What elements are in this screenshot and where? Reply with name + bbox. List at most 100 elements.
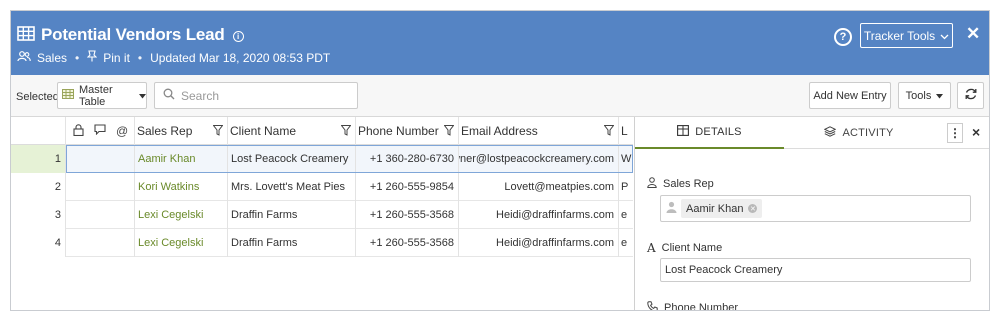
column-header-phone-number[interactable]: Phone Number [356, 117, 459, 145]
filter-icon[interactable] [603, 125, 615, 139]
search-icon [163, 88, 175, 103]
phone-icon [647, 301, 658, 310]
separator-dot: • [75, 50, 80, 65]
chevron-down-icon [940, 29, 949, 43]
column-header-label: Client Name [230, 124, 297, 138]
partial-cell[interactable]: P [619, 173, 633, 201]
search-input[interactable] [181, 88, 341, 103]
close-icon[interactable]: ✕ [966, 24, 980, 44]
refresh-icon [964, 87, 978, 104]
tab-details[interactable]: DETAILS [635, 117, 784, 149]
close-panel-icon[interactable]: × [972, 124, 980, 140]
filter-icon[interactable] [443, 125, 455, 139]
phone-number-cell[interactable]: +1 260-555-3568 [356, 201, 459, 229]
toolbar: Selected: Master Table Add New Entry Too… [11, 75, 989, 117]
data-table: @ Sales Rep Client Name Phone Number Ema… [11, 117, 633, 310]
email-address-cell[interactable]: Heidi@draffinfarms.com [459, 229, 619, 257]
add-new-entry-button[interactable]: Add New Entry [809, 82, 891, 109]
row-icons-cell [66, 201, 135, 229]
field-label-client-name: A Client Name [647, 241, 722, 255]
panel-tabs: DETAILS ACTIVITY ⋮ × [635, 117, 989, 149]
help-icon[interactable]: ? [834, 28, 852, 46]
phone-number-cell[interactable]: +1 260-555-3568 [356, 229, 459, 257]
column-header-sales-rep[interactable]: Sales Rep [135, 117, 228, 145]
sales-rep-cell[interactable]: Lexi Cegelski [135, 201, 228, 229]
partial-cell[interactable]: e [619, 201, 633, 229]
partial-cell[interactable]: e [619, 229, 633, 257]
client-name-value: Lost Peacock Creamery [665, 264, 783, 276]
field-label-sales-rep: Sales Rep [647, 177, 714, 191]
updated-timestamp: Updated Mar 18, 2020 08:53 PDT [150, 50, 331, 65]
remove-icon[interactable]: ✕ [748, 204, 758, 213]
avatar-icon [666, 201, 677, 216]
caret-down-icon [139, 90, 146, 102]
sales-rep-cell[interactable]: Aamir Khan [135, 145, 228, 173]
filter-icon[interactable] [212, 125, 224, 139]
phone-number-cell[interactable]: +1 260-555-9854 [356, 173, 459, 201]
users-icon [17, 50, 31, 65]
column-header-label: Phone Number [358, 124, 439, 138]
pin-icon[interactable] [86, 50, 98, 65]
table-row[interactable]: 1 Aamir Khan Lost Peacock Creamery +1 36… [11, 145, 633, 173]
tracker-tools-button[interactable]: Tracker Tools [860, 23, 953, 48]
table-icon [677, 125, 690, 139]
page-title: Potential Vendors Lead [41, 25, 225, 44]
separator-dot: • [137, 50, 143, 65]
user-chip[interactable]: Aamir Khan ✕ [681, 199, 763, 218]
sales-rep-cell[interactable]: Lexi Cegelski [135, 229, 228, 257]
app-window: Potential Vendors Lead i Sales • Pin it … [10, 10, 990, 311]
column-header-label: L [621, 124, 628, 138]
search-box[interactable] [154, 82, 358, 109]
client-name-cell[interactable]: Draffin Farms [228, 201, 356, 229]
client-name-label: Client Name [661, 242, 723, 254]
email-address-cell[interactable]: Owner@lostpeacockcreamery.com [459, 145, 619, 173]
sales-rep-label: Sales Rep [663, 178, 714, 190]
partial-cell[interactable]: W [619, 145, 633, 173]
detail-panel: DETAILS ACTIVITY ⋮ × Sales Rep Aamir Kha… [634, 117, 989, 311]
filter-icon[interactable] [340, 125, 352, 139]
tools-button[interactable]: Tools [898, 82, 951, 109]
column-header-partial[interactable]: L [619, 117, 633, 145]
client-name-cell[interactable]: Draffin Farms [228, 229, 356, 257]
client-name-cell[interactable]: Lost Peacock Creamery [228, 145, 356, 173]
table-row[interactable]: 3 Lexi Cegelski Draffin Farms +1 260-555… [11, 201, 633, 229]
comment-icon[interactable] [94, 124, 106, 138]
refresh-button[interactable] [957, 82, 984, 109]
table-row[interactable]: 2 Kori Watkins Mrs. Lovett's Meat Pies +… [11, 173, 633, 201]
client-name-field[interactable]: Lost Peacock Creamery [660, 258, 971, 282]
workspace-link[interactable]: Sales [37, 51, 67, 65]
grid-icon [17, 26, 35, 44]
lock-icon[interactable] [73, 123, 84, 139]
email-address-cell[interactable]: Lovett@meatpies.com [459, 173, 619, 201]
email-address-cell[interactable]: Heidi@draffinfarms.com [459, 201, 619, 229]
column-header-email-address[interactable]: Email Address [459, 117, 619, 145]
tracker-tools-label: Tracker Tools [863, 28, 936, 43]
client-name-cell[interactable]: Mrs. Lovett's Meat Pies [228, 173, 356, 201]
column-header-label: Email Address [461, 124, 538, 138]
view-select-value: Master Table [79, 83, 113, 108]
column-header-label: Sales Rep [137, 124, 193, 138]
table-icon [62, 89, 74, 102]
row-number: 1 [11, 145, 66, 173]
sales-rep-cell[interactable]: Kori Watkins [135, 173, 228, 201]
row-icons-cell [66, 173, 135, 201]
table-row[interactable]: 4 Lexi Cegelski Draffin Farms +1 260-555… [11, 229, 633, 257]
table-header-row: @ Sales Rep Client Name Phone Number Ema… [11, 117, 633, 145]
view-select[interactable]: Master Table [57, 82, 147, 109]
sales-rep-field[interactable]: Aamir Khan ✕ [660, 195, 971, 222]
row-number-header [11, 117, 66, 145]
tab-activity[interactable]: ACTIVITY [784, 117, 934, 149]
pin-link[interactable]: Pin it [103, 51, 130, 65]
info-icon[interactable]: i [232, 30, 244, 42]
column-header-client-name[interactable]: Client Name [228, 117, 356, 145]
phone-number-label: Phone Number [664, 302, 738, 311]
user-chip-label: Aamir Khan [686, 202, 744, 215]
tools-label: Tools [905, 89, 932, 102]
user-icon [647, 177, 657, 191]
mention-icon[interactable]: @ [116, 124, 128, 138]
phone-number-cell[interactable]: +1 360-280-6730 [356, 145, 459, 173]
field-label-phone-number: Phone Number [647, 301, 738, 311]
tab-details-label: DETAILS [695, 126, 742, 138]
tracker-header: Potential Vendors Lead i Sales • Pin it … [11, 11, 989, 75]
more-options-icon[interactable]: ⋮ [947, 123, 963, 143]
